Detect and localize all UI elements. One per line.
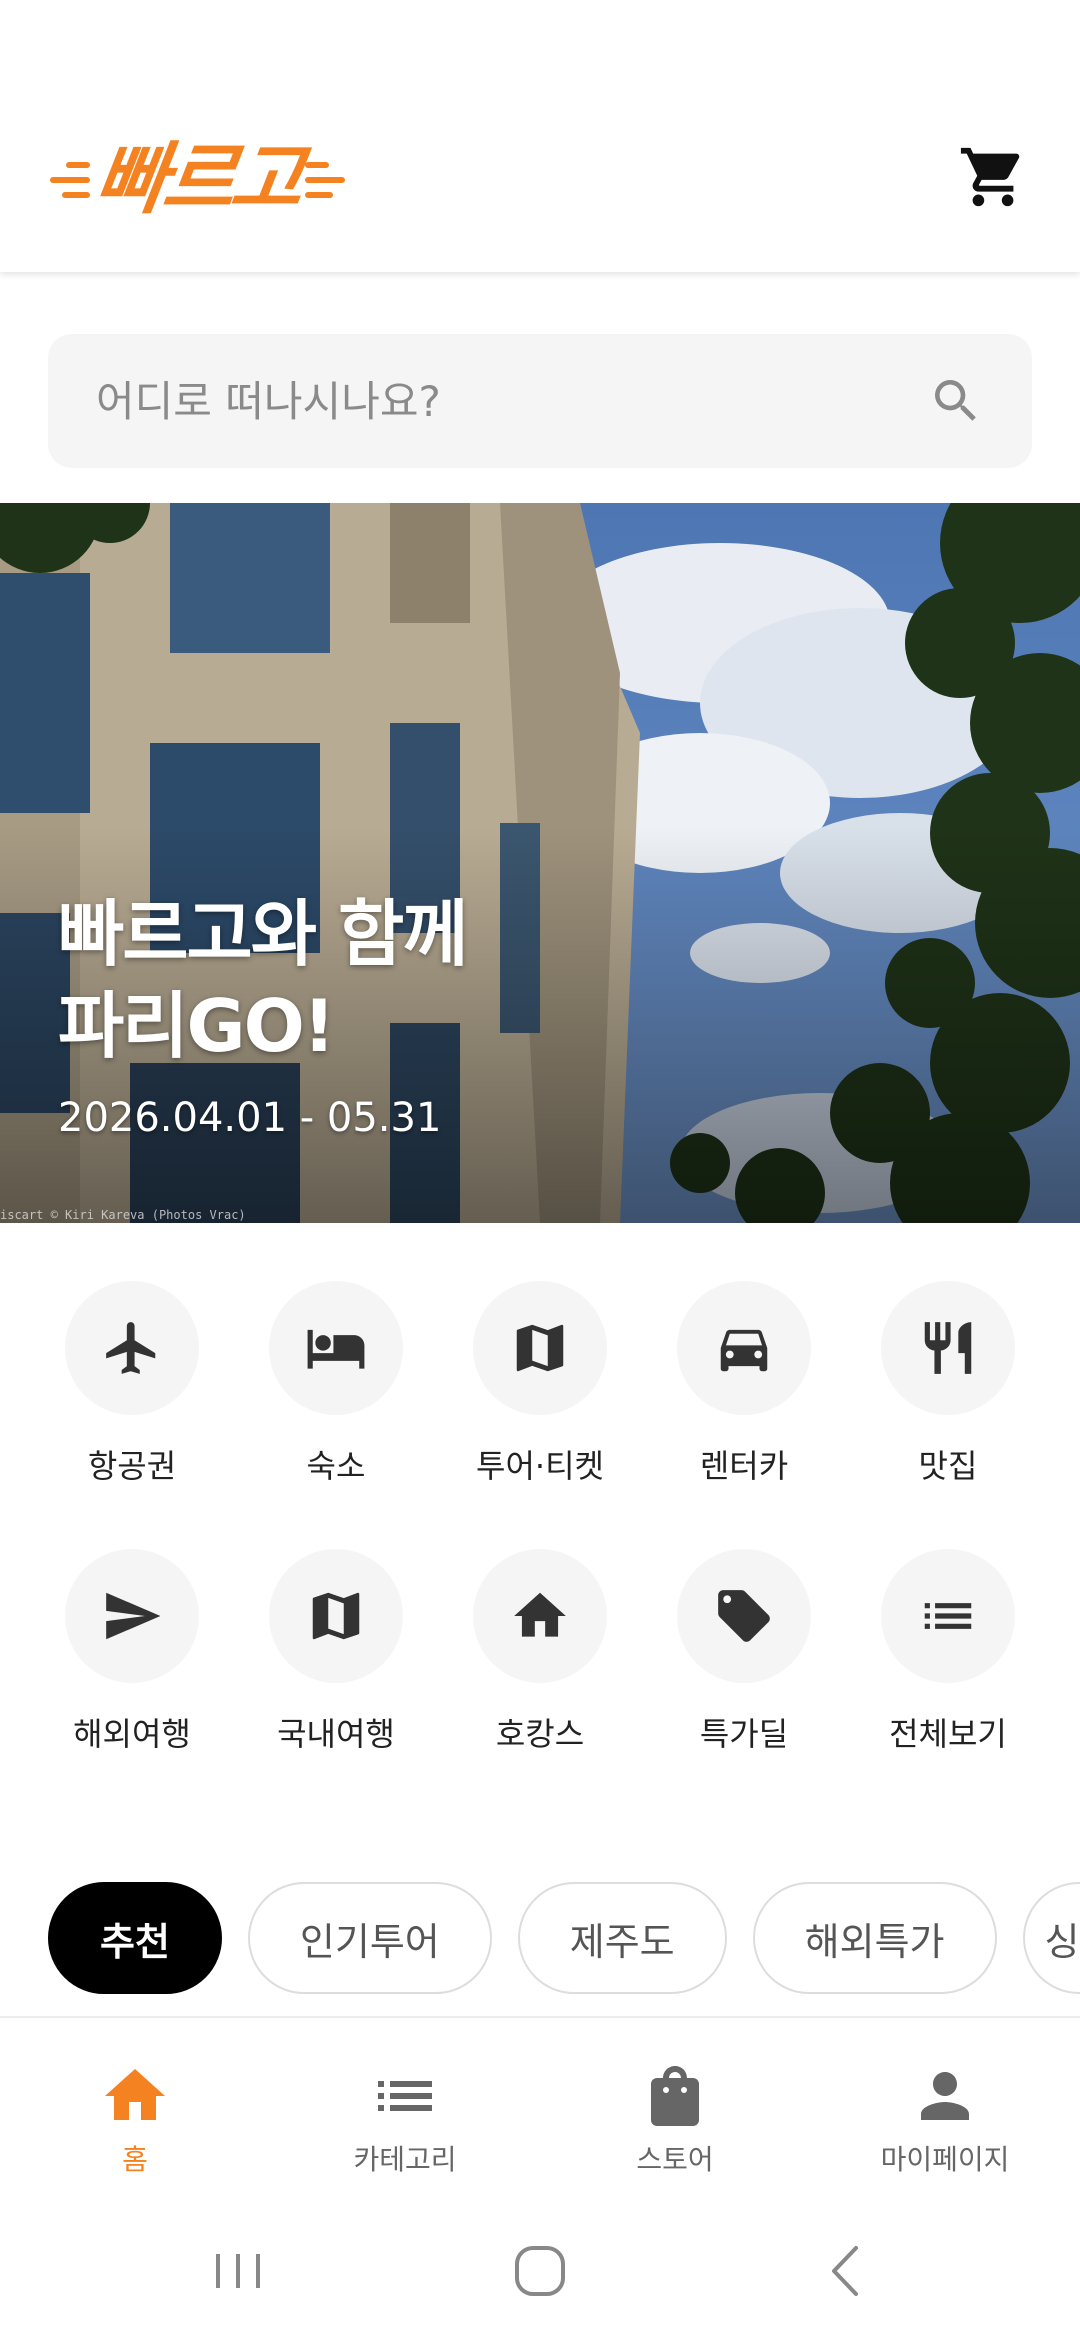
chip-overseas-deals[interactable]: 해외특가 — [752, 1882, 997, 1994]
tag-icon — [718, 1590, 770, 1642]
logo-speed-lines-right — [305, 162, 346, 198]
system-nav-bar — [0, 2200, 1080, 2340]
restaurant-icon — [924, 1322, 972, 1374]
nav-mypage[interactable]: 마이페이지 — [810, 2018, 1080, 2200]
category-label: 숙소 — [306, 1447, 366, 1485]
list-icon — [378, 2081, 432, 2111]
nav-label: 스토어 — [636, 2143, 714, 2176]
category-icon-circle — [65, 1549, 199, 1683]
nav-label: 카테고리 — [353, 2143, 457, 2176]
category-label: 호캉스 — [495, 1715, 585, 1753]
category-label: 해외여행 — [73, 1715, 191, 1753]
category-icon-circle — [881, 1549, 1015, 1683]
logo-text: 빠르고 — [89, 135, 306, 225]
category-special-deals[interactable]: 특가딜 — [654, 1549, 834, 1755]
category-view-all[interactable]: 전체보기 — [858, 1549, 1038, 1755]
app-logo[interactable]: 빠르고 — [50, 130, 410, 230]
category-flights[interactable]: 항공권 — [42, 1281, 222, 1487]
cart-icon[interactable] — [958, 142, 1028, 212]
banner-photo-credit: iscart © Kiri Kareva (Photos Vrac) — [0, 1208, 246, 1222]
category-icon-circle — [677, 1549, 811, 1683]
bed-icon — [307, 1329, 365, 1369]
map-icon — [516, 1324, 564, 1372]
bottom-nav: 홈 카테고리 스토어 마이페이지 — [0, 2016, 1080, 2200]
person-icon — [921, 2072, 969, 2120]
nav-label: 마이페이지 — [880, 2143, 1010, 2176]
car-icon — [720, 1329, 768, 1372]
category-icon-circle — [677, 1281, 811, 1415]
category-icon-circle — [881, 1281, 1015, 1415]
send-icon — [106, 1592, 161, 1640]
logo-speed-lines-left — [50, 162, 90, 198]
category-icon-circle — [269, 1281, 403, 1415]
promo-banner[interactable]: 빠르고와 함께 파리GO! 2026.04.01 - 05.31 iscart … — [0, 503, 1080, 1223]
banner-title: 빠르고와 함께 파리GO! — [58, 888, 658, 1072]
recent-apps-icon[interactable] — [203, 2236, 273, 2306]
category-icon-circle — [269, 1549, 403, 1683]
home-icon — [105, 2069, 165, 2120]
app-header: 빠르고 — [0, 0, 1080, 272]
shopping-bag-icon — [651, 2066, 699, 2126]
category-hocance[interactable]: 호캉스 — [450, 1549, 630, 1755]
category-label: 항공권 — [87, 1447, 177, 1485]
nav-category[interactable]: 카테고리 — [270, 2018, 540, 2200]
category-restaurants[interactable]: 맛집 — [858, 1281, 1038, 1487]
banner-date: 2026.04.01 - 05.31 — [58, 1095, 442, 1141]
category-tour-ticket[interactable]: 투어·티켓 — [450, 1281, 630, 1487]
airplane-icon — [106, 1322, 156, 1374]
nav-home[interactable]: 홈 — [0, 2018, 270, 2200]
home-button-icon[interactable] — [505, 2236, 575, 2306]
category-rental-car[interactable]: 렌터카 — [654, 1281, 834, 1487]
chip-jeju[interactable]: 제주도 — [517, 1882, 727, 1994]
category-label: 전체보기 — [889, 1715, 1007, 1753]
home-icon — [514, 1592, 566, 1637]
nav-label: 홈 — [122, 2143, 148, 2176]
chip-popular-tours[interactable]: 인기투어 — [247, 1882, 492, 1994]
chip-recommended[interactable]: 추천 — [48, 1882, 222, 1994]
banner-title-line2: 파리GO! — [58, 984, 336, 1068]
category-icon-circle — [65, 1281, 199, 1415]
category-domestic-travel[interactable]: 국내여행 — [246, 1549, 426, 1755]
category-icon-circle — [473, 1549, 607, 1683]
category-label: 국내여행 — [277, 1715, 395, 1753]
search-icon[interactable] — [928, 373, 984, 429]
category-icon-circle — [473, 1281, 607, 1415]
category-label: 특가딜 — [699, 1715, 789, 1753]
nav-store[interactable]: 스토어 — [540, 2018, 810, 2200]
chip-partial[interactable]: 싱 — [1022, 1882, 1080, 1994]
list-icon — [924, 1603, 972, 1629]
category-label: 렌터카 — [699, 1447, 789, 1485]
filter-chips: 추천 인기투어 제주도 해외특가 싱 — [48, 1882, 1080, 1994]
map-icon — [312, 1592, 360, 1640]
banner-title-line1: 빠르고와 함께 — [58, 892, 469, 976]
category-lodging[interactable]: 숙소 — [246, 1281, 426, 1487]
back-icon[interactable] — [810, 2236, 880, 2306]
category-label: 투어·티켓 — [476, 1447, 604, 1485]
search-bar[interactable] — [48, 334, 1032, 468]
search-input[interactable] — [96, 376, 928, 426]
category-label: 맛집 — [918, 1447, 978, 1485]
category-overseas-travel[interactable]: 해외여행 — [42, 1549, 222, 1755]
